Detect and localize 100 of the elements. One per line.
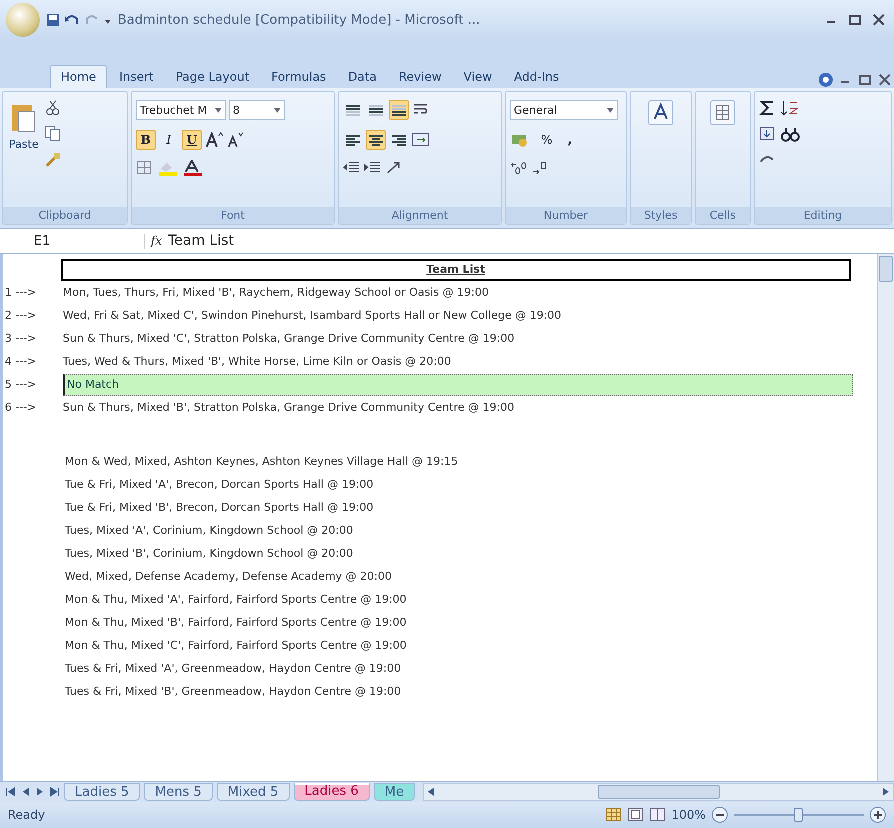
ribbon-tab[interactable]: Home bbox=[50, 65, 108, 88]
number-format-field[interactable]: General bbox=[510, 100, 618, 120]
bold-button[interactable]: B bbox=[136, 130, 156, 150]
first-sheet-icon[interactable] bbox=[6, 787, 16, 797]
group-label: Editing bbox=[755, 207, 891, 224]
fill-icon[interactable] bbox=[759, 126, 777, 142]
table-cell: Sun & Thurs, Mixed 'C', Stratton Polska, Grange Drive Community Centre @ 19:00 bbox=[63, 332, 515, 345]
font-name-field[interactable]: Trebuchet M bbox=[136, 100, 226, 120]
table-cell: Mon, Tues, Thurs, Fri, Mixed 'B', Raychem, Ridgeway School or Oasis @ 19:00 bbox=[63, 286, 489, 299]
shrink-font-icon[interactable] bbox=[226, 132, 244, 148]
decrease-decimal-icon[interactable] bbox=[531, 160, 549, 176]
ribbon-tab[interactable]: Formulas bbox=[262, 66, 336, 88]
save-icon[interactable] bbox=[46, 13, 60, 27]
align-lines-icon bbox=[369, 104, 383, 116]
row-marker: 4 ---> bbox=[4, 355, 38, 368]
ribbon-tab[interactable]: View bbox=[454, 66, 502, 88]
vertical-scrollbar[interactable] bbox=[877, 254, 894, 781]
row-marker: 3 ---> bbox=[4, 332, 38, 345]
copy-icon[interactable] bbox=[45, 126, 61, 142]
zoom-out-button[interactable] bbox=[712, 807, 728, 823]
align-center-button[interactable] bbox=[366, 130, 386, 150]
sheet-tab[interactable]: Mixed 5 bbox=[216, 783, 290, 801]
status-text: Ready bbox=[8, 808, 46, 822]
group-label[interactable]: Styles bbox=[631, 207, 691, 224]
group-label[interactable]: Cells bbox=[696, 207, 750, 224]
table-cell: Tues & Fri, Mixed 'B', Greenmeadow, Haydon Centre @ 19:00 bbox=[65, 685, 402, 698]
row-marker: 5 ---> bbox=[4, 378, 38, 391]
align-lines-icon bbox=[369, 134, 383, 146]
row-marker: 6 ---> bbox=[4, 401, 38, 414]
underline-button[interactable]: U bbox=[182, 130, 202, 150]
name-box[interactable]: E1 bbox=[4, 234, 145, 248]
last-sheet-icon[interactable] bbox=[50, 787, 60, 797]
page-layout-icon[interactable] bbox=[628, 808, 644, 822]
scissors-icon[interactable] bbox=[45, 100, 61, 116]
table-cell: Tue & Fri, Mixed 'B', Brecon, Dorcan Sports Hall @ 19:00 bbox=[65, 501, 374, 514]
dropdown-arrow-icon[interactable] bbox=[607, 108, 614, 112]
sheet-tab[interactable]: Ladies 6 bbox=[294, 783, 370, 801]
dropdown-arrow-icon[interactable] bbox=[274, 108, 281, 112]
table-cell: No Match bbox=[63, 374, 853, 396]
grow-font-icon[interactable] bbox=[205, 132, 223, 148]
ribbon-tab[interactable]: Add-Ins bbox=[504, 66, 570, 88]
ribbon-tab[interactable]: Insert bbox=[109, 66, 164, 88]
dropdown-arrow-icon[interactable] bbox=[215, 108, 222, 112]
zoom-level[interactable]: 100% bbox=[672, 808, 706, 822]
formula-field[interactable]: Team List bbox=[168, 233, 890, 249]
paste-button[interactable]: Paste bbox=[7, 100, 41, 199]
sheet-tab[interactable]: Mens 5 bbox=[144, 783, 213, 801]
align-bottom-button[interactable] bbox=[389, 100, 409, 120]
table-cell: Tues & Fri, Mixed 'A', Greenmeadow, Haydon Centre @ 19:00 bbox=[65, 662, 402, 675]
scroll-right-icon[interactable] bbox=[882, 788, 889, 796]
table-cell: Tues, Mixed 'B', Corinium, Kingdown School @ 20:00 bbox=[65, 547, 354, 560]
restore-icon[interactable] bbox=[856, 72, 874, 88]
binoculars-icon[interactable] bbox=[780, 126, 802, 142]
row-marker: 2 ---> bbox=[4, 309, 38, 322]
cells-icon[interactable] bbox=[710, 100, 736, 126]
borders-icon[interactable] bbox=[136, 160, 154, 176]
ribbon-tab[interactable]: Data bbox=[338, 66, 387, 88]
comma-button[interactable]: , bbox=[560, 130, 580, 150]
group-label: Alignment bbox=[339, 207, 501, 224]
page-break-icon[interactable] bbox=[650, 808, 666, 822]
font-size-field[interactable]: 8 bbox=[229, 100, 285, 120]
horizontal-scrollbar[interactable] bbox=[423, 783, 894, 801]
insert-function-button[interactable]: fx bbox=[151, 234, 162, 248]
align-lines-icon bbox=[392, 134, 406, 146]
table-cell: Mon & Thu, Mixed 'C', Fairford, Fairford Sports Centre @ 19:00 bbox=[65, 639, 407, 652]
table-cell: Wed, Mixed, Defense Academy, Defense Academy @ 20:00 bbox=[65, 570, 392, 583]
restore-icon[interactable] bbox=[846, 12, 864, 28]
minus-icon bbox=[716, 814, 724, 816]
help-icon[interactable] bbox=[818, 72, 834, 88]
font-color-icon[interactable] bbox=[182, 160, 204, 176]
ribbon-tab[interactable]: Page Layout bbox=[166, 66, 260, 88]
sheet-tab[interactable]: Me bbox=[374, 783, 416, 801]
slider-thumb[interactable] bbox=[794, 808, 803, 822]
align-lines-icon bbox=[346, 134, 360, 146]
sheet-tab[interactable]: Ladies 5 bbox=[64, 783, 140, 801]
zoom-in-button[interactable] bbox=[870, 807, 886, 823]
undo-icon[interactable] bbox=[64, 13, 80, 27]
scroll-left-icon[interactable] bbox=[428, 788, 434, 796]
brush-icon[interactable] bbox=[45, 152, 61, 168]
table-cell: Sun & Thurs, Mixed 'B', Stratton Polska, Grange Drive Community Centre @ 19:00 bbox=[63, 401, 514, 414]
table-cell: Mon & Thu, Mixed 'A', Fairford, Fairford Sports Centre @ 19:00 bbox=[65, 593, 407, 606]
next-sheet-icon[interactable] bbox=[36, 787, 44, 797]
group-label: Number bbox=[506, 207, 626, 224]
ribbon-tab[interactable]: Review bbox=[388, 66, 452, 88]
table-cell: Tue & Fri, Mixed 'A', Brecon, Dorcan Sports Hall @ 19:00 bbox=[65, 478, 374, 491]
normal-view-icon[interactable] bbox=[606, 808, 622, 822]
plus-icon bbox=[874, 811, 882, 819]
table-cell: Tues, Wed & Thurs, Mixed 'B', White Horse, Lime Kiln or Oasis @ 20:00 bbox=[63, 355, 452, 368]
table-cell: Wed, Fri & Sat, Mixed C', Swindon Pinehurst, Isambard Sports Hall or New College @ 19:00 bbox=[63, 309, 562, 322]
selected-cell[interactable]: Team List bbox=[61, 258, 851, 280]
table-cell: Tues, Mixed 'A', Corinium, Kingdown School @ 20:00 bbox=[65, 524, 354, 537]
window-title: Badminton schedule [Compatibility Mode] - Microsoft ... bbox=[118, 12, 482, 28]
group-label: Clipboard bbox=[3, 207, 127, 224]
previous-sheet-icon[interactable] bbox=[22, 787, 30, 797]
percent-button[interactable]: % bbox=[537, 130, 557, 150]
italic-button[interactable]: I bbox=[159, 130, 179, 150]
increase-decimal-icon[interactable] bbox=[510, 160, 528, 176]
styles-icon[interactable] bbox=[648, 100, 674, 126]
align-lines-icon bbox=[346, 104, 360, 116]
fill-color-icon[interactable] bbox=[157, 160, 179, 176]
